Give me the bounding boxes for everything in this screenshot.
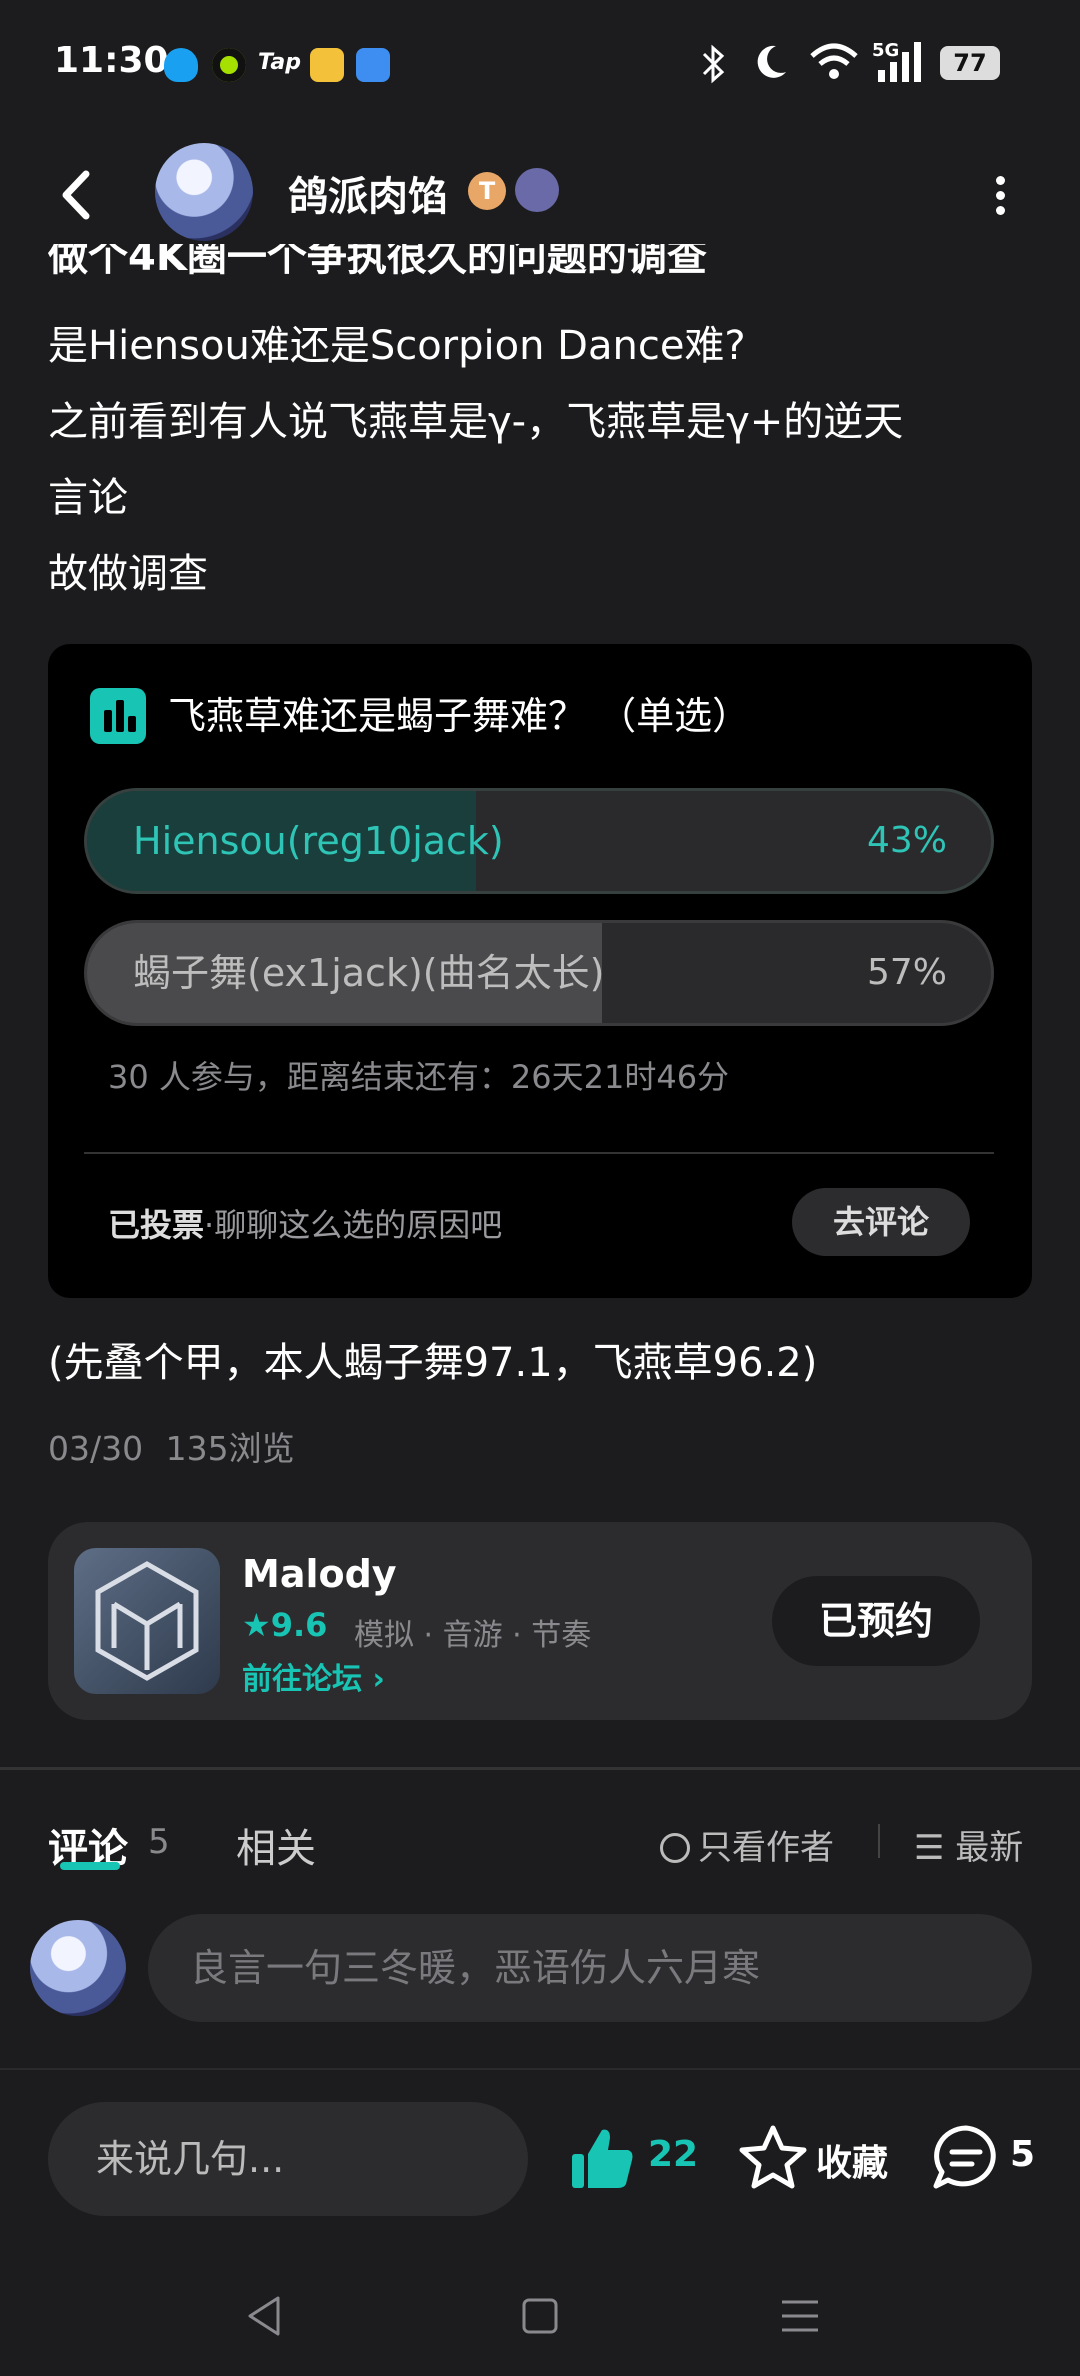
- divider: [84, 1152, 994, 1154]
- post-text-line: 故做调查: [48, 551, 208, 597]
- post-title: 做个4K圈一个争执很久的问题的调查: [48, 244, 948, 286]
- section-divider: [0, 1767, 1080, 1770]
- poll-option-hiensou[interactable]: Hiensou(reg10jack) 43%: [84, 788, 994, 894]
- poll-voted-status: 已投票·聊聊这么选的原因吧: [108, 1200, 502, 1246]
- chevron-right-icon: ›: [362, 1662, 385, 1697]
- poll-option-percent: 43%: [866, 820, 947, 861]
- author-avatar[interactable]: [155, 143, 253, 241]
- reserve-button[interactable]: 已预约: [772, 1576, 980, 1666]
- voted-hint: ·聊聊这么选的原因吧: [204, 1206, 503, 1244]
- wifi-icon: [810, 43, 858, 79]
- dot: [995, 191, 1005, 200]
- game-tags: 模拟 · 音游 · 节奏: [354, 1618, 592, 1653]
- post-text-line: 之前看到有人说飞燕草是γ-，飞燕草是γ+的逆天: [48, 399, 904, 445]
- only-author-toggle[interactable]: 只看作者: [660, 1820, 834, 1869]
- sort-icon: ☰: [914, 1828, 956, 1868]
- comment-bubble-icon[interactable]: [930, 2122, 1002, 2194]
- post-text-line: 是Hiensou难还是Scorpion Dance难?: [48, 323, 746, 369]
- poll-option-label: Hiensou(reg10jack): [133, 819, 504, 863]
- back-button[interactable]: [50, 160, 110, 230]
- dot: [995, 206, 1005, 215]
- post-text-line: 言论: [48, 475, 128, 521]
- tab-comments-count: 5: [148, 1822, 170, 1862]
- poll-participants-info: 30 人参与，距离结束还有：26天21时46分: [108, 1058, 730, 1096]
- game-rating-value: 9.6: [270, 1606, 328, 1644]
- bluetooth-icon: [702, 44, 725, 84]
- like-count: 22: [648, 2134, 699, 2175]
- game-rating: ★9.6: [242, 1606, 327, 1644]
- honor-badge-icon: [515, 168, 559, 212]
- only-author-label: 只看作者: [698, 1828, 834, 1868]
- comment-input[interactable]: 良言一句三冬暖，恶语伤人六月寒: [148, 1914, 1032, 2022]
- poll-card: 飞燕草难还是蝎子舞难？ （单选） Hiensou(reg10jack) 43% …: [48, 644, 1032, 1298]
- go-comment-button[interactable]: 去评论: [792, 1188, 970, 1256]
- post-date: 03/30: [48, 1429, 144, 1468]
- game-card[interactable]: Malody ★9.6 模拟 · 音游 · 节奏 前往论坛 › 已预约: [48, 1522, 1032, 1720]
- post-views: 135浏览: [165, 1429, 295, 1468]
- post-title-text: 做个4K圈一个争执很久的问题的调查: [48, 244, 707, 280]
- do-not-disturb-icon: [757, 45, 786, 78]
- tab-related[interactable]: 相关: [236, 1816, 316, 1874]
- taptap-icon: Tap: [258, 50, 301, 75]
- comment-count: 5: [1010, 2134, 1036, 2175]
- level-badge: T: [468, 172, 506, 210]
- weather-app-icon: [356, 48, 390, 82]
- post-footnote: (先叠个甲，本人蝎子舞97.1，飞燕草96.2): [48, 1340, 818, 1386]
- nav-home-icon[interactable]: [512, 2288, 568, 2344]
- poll-chart-icon: [90, 688, 146, 744]
- tab-active-indicator: [60, 1862, 120, 1870]
- thumbs-up-icon[interactable]: [568, 2124, 638, 2194]
- poll-title: 飞燕草难还是蝎子舞难？ （单选）: [168, 694, 751, 738]
- star-icon: ★: [242, 1606, 271, 1644]
- game-name: Malody: [242, 1552, 397, 1596]
- more-options-button[interactable]: [990, 176, 1010, 216]
- system-nav-bar: [0, 2258, 1080, 2376]
- malody-logo-icon: [74, 1548, 220, 1694]
- user-avatar: [30, 1920, 126, 2016]
- poll-option-label: 蝎子舞(ex1jack)(曲名太长): [133, 951, 605, 995]
- dot: [995, 176, 1005, 185]
- nav-back-icon[interactable]: [238, 2288, 294, 2344]
- poll-option-scorpion-dance[interactable]: 蝎子舞(ex1jack)(曲名太长) 57%: [84, 920, 994, 1026]
- favorite-label[interactable]: 收藏: [816, 2134, 888, 2186]
- status-time: 11:30: [54, 40, 169, 81]
- forum-link-label: 前往论坛: [242, 1662, 362, 1697]
- star-favorite-icon[interactable]: [738, 2122, 808, 2192]
- forum-link[interactable]: 前往论坛 ›: [242, 1654, 385, 1698]
- nav-menu-icon[interactable]: [772, 2288, 828, 2344]
- status-bar: 11:30 Tap 5G 77: [0, 0, 1080, 130]
- sort-button[interactable]: ☰ 最新: [914, 1820, 1023, 1869]
- battery-indicator: 77: [940, 46, 1000, 80]
- radio-icon: [660, 1833, 690, 1863]
- reply-input[interactable]: 来说几句...: [48, 2102, 528, 2216]
- voted-label: 已投票: [108, 1206, 205, 1244]
- bottom-action-bar: 来说几句... 22 收藏 5: [0, 2068, 1080, 2260]
- poll-option-percent: 57%: [866, 952, 947, 993]
- author-name[interactable]: 鸽派肉馅: [288, 164, 448, 222]
- post-meta: 03/30 135浏览: [48, 1422, 295, 1470]
- divider: [878, 1824, 880, 1858]
- signal-icon: [878, 42, 921, 82]
- notes-app-icon: [310, 48, 344, 82]
- qq-icon: [164, 48, 198, 82]
- sort-label: 最新: [955, 1828, 1024, 1868]
- circle-app-icon: [212, 48, 246, 82]
